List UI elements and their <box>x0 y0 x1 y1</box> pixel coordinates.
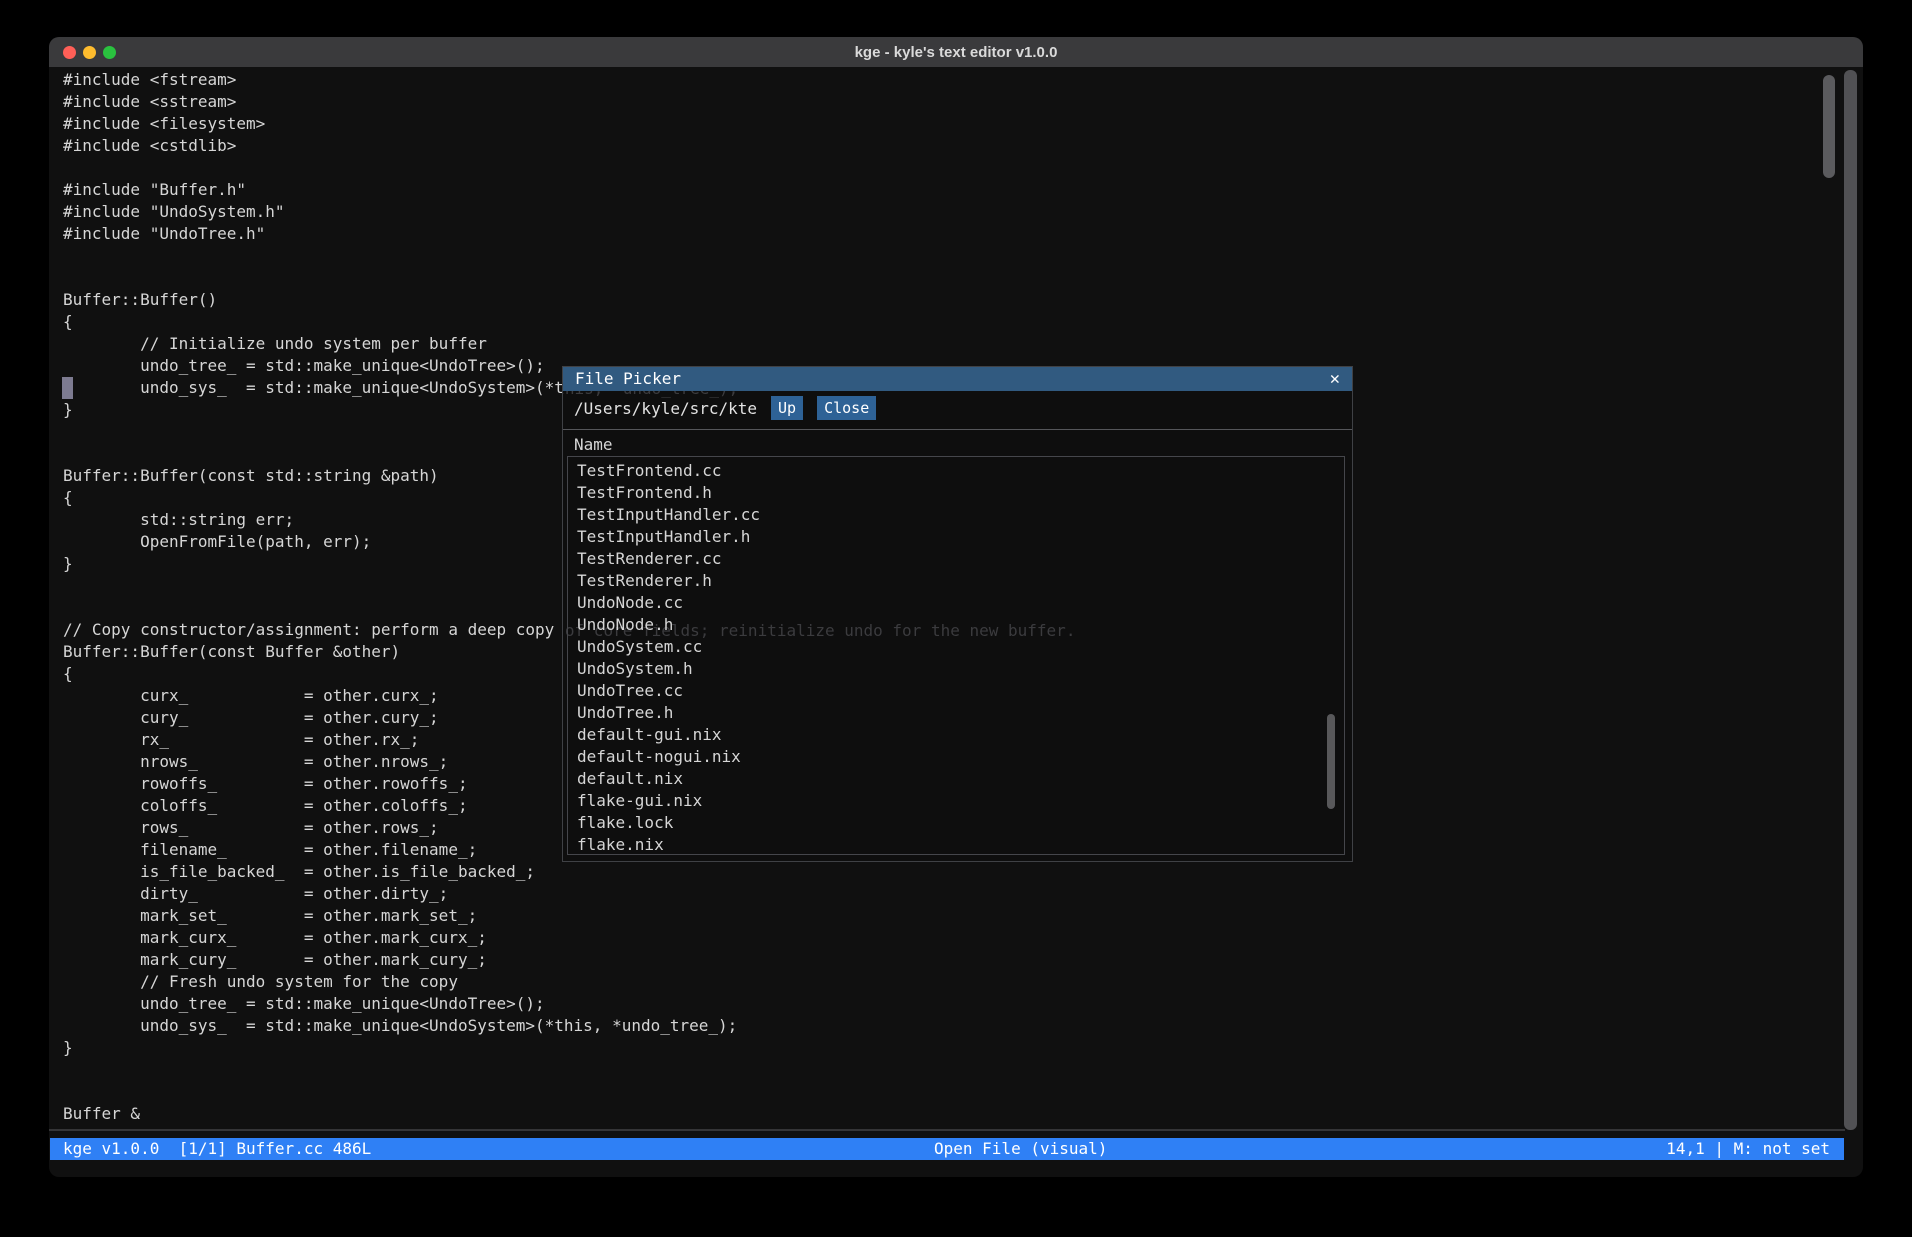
code-line: #include "Buffer.h" <box>63 179 1074 201</box>
close-button[interactable]: Close <box>817 396 876 420</box>
code-line <box>63 1081 1074 1103</box>
file-list-item[interactable]: TestFrontend.h <box>577 482 1344 504</box>
minimize-window-button[interactable] <box>83 46 96 59</box>
file-list-item[interactable]: default-gui.nix <box>577 724 1344 746</box>
editor-scrollbar-thumb[interactable] <box>1823 75 1835 178</box>
file-picker-dialog: undo_sys_ = std::make_unique<UndoSystem>… <box>562 366 1353 862</box>
code-line: // Fresh undo system for the copy <box>63 971 1074 993</box>
up-button[interactable]: Up <box>771 396 803 420</box>
file-list-item[interactable]: UndoNode.h <box>577 614 1344 636</box>
code-line: #include "UndoTree.h" <box>63 223 1074 245</box>
status-version-file: kge v1.0.0 [1/1] Buffer.cc 486L <box>63 1138 371 1160</box>
name-column-header: Name <box>574 435 613 454</box>
dialog-titlebar[interactable]: File Picker ✕ <box>563 367 1352 391</box>
zoom-window-button[interactable] <box>103 46 116 59</box>
code-line: Buffer::Buffer() <box>63 289 1074 311</box>
code-line <box>63 1059 1074 1081</box>
code-line: mark_cury_ = other.mark_cury_; <box>63 949 1074 971</box>
status-bar: kge v1.0.0 [1/1] Buffer.cc 486L Open Fil… <box>50 1138 1844 1160</box>
code-line: undo_tree_ = std::make_unique<UndoTree>(… <box>63 993 1074 1015</box>
current-path: /Users/kyle/src/kte <box>574 399 757 418</box>
close-window-button[interactable] <box>63 46 76 59</box>
dialog-close-icon[interactable]: ✕ <box>1330 367 1340 391</box>
window-titlebar[interactable]: kge - kyle's text editor v1.0.0 <box>49 37 1863 67</box>
file-list-item[interactable]: flake-gui.nix <box>577 790 1344 812</box>
file-list-item[interactable]: UndoNode.cc <box>577 592 1344 614</box>
code-line: Buffer & <box>63 1103 1074 1125</box>
code-line: mark_curx_ = other.mark_curx_; <box>63 927 1074 949</box>
code-line: #include <filesystem> <box>63 113 1074 135</box>
status-mode: Open File (visual) <box>934 1138 1107 1160</box>
statusbar-divider <box>49 1129 1845 1131</box>
code-line: } <box>63 1037 1074 1059</box>
status-cursor-mark: 14,1 | M: not set <box>1666 1138 1830 1160</box>
file-list-item[interactable]: UndoTree.h <box>577 702 1344 724</box>
file-list-item[interactable]: flake.lock <box>577 812 1344 834</box>
code-line: undo_sys_ = std::make_unique<UndoSystem>… <box>63 1015 1074 1037</box>
code-line: #include "UndoSystem.h" <box>63 201 1074 223</box>
window-title: kge - kyle's text editor v1.0.0 <box>49 44 1863 61</box>
file-list-item[interactable]: UndoSystem.cc <box>577 636 1344 658</box>
code-line <box>63 267 1074 289</box>
code-line: #include <fstream> <box>63 69 1074 91</box>
code-line: mark_set_ = other.mark_set_; <box>63 905 1074 927</box>
file-list-scrollbar-thumb[interactable] <box>1327 714 1335 809</box>
file-list-item[interactable]: default.nix <box>577 768 1344 790</box>
file-list-item[interactable]: UndoSystem.h <box>577 658 1344 680</box>
text-cursor <box>62 377 73 399</box>
code-line <box>63 245 1074 267</box>
editor-scrollbar-track[interactable] <box>1844 70 1857 1130</box>
traffic-lights <box>49 46 116 59</box>
code-line: dirty_ = other.dirty_; <box>63 883 1074 905</box>
path-toolbar: /Users/kyle/src/kte Up Close <box>574 395 1341 421</box>
code-line: { <box>63 311 1074 333</box>
file-list-item[interactable]: TestInputHandler.cc <box>577 504 1344 526</box>
file-list-item[interactable]: default-nogui.nix <box>577 746 1344 768</box>
code-line: is_file_backed_ = other.is_file_backed_; <box>63 861 1074 883</box>
editor-window: kge - kyle's text editor v1.0.0 #include… <box>49 37 1863 1177</box>
dialog-title: File Picker <box>575 367 681 391</box>
file-list-item[interactable]: TestRenderer.cc <box>577 548 1344 570</box>
code-line <box>63 157 1074 179</box>
file-list-item[interactable]: TestRenderer.h <box>577 570 1344 592</box>
code-line: #include <sstream> <box>63 91 1074 113</box>
file-list[interactable]: TestFrontend.ccTestFrontend.hTestInputHa… <box>567 456 1345 855</box>
file-list-item[interactable]: UndoTree.cc <box>577 680 1344 702</box>
file-list-item[interactable]: flake.nix <box>577 834 1344 856</box>
file-list-item[interactable]: TestInputHandler.h <box>577 526 1344 548</box>
code-line: #include <cstdlib> <box>63 135 1074 157</box>
file-list-item[interactable]: TestFrontend.cc <box>577 460 1344 482</box>
toolbar-divider <box>563 429 1352 430</box>
code-line: // Initialize undo system per buffer <box>63 333 1074 355</box>
